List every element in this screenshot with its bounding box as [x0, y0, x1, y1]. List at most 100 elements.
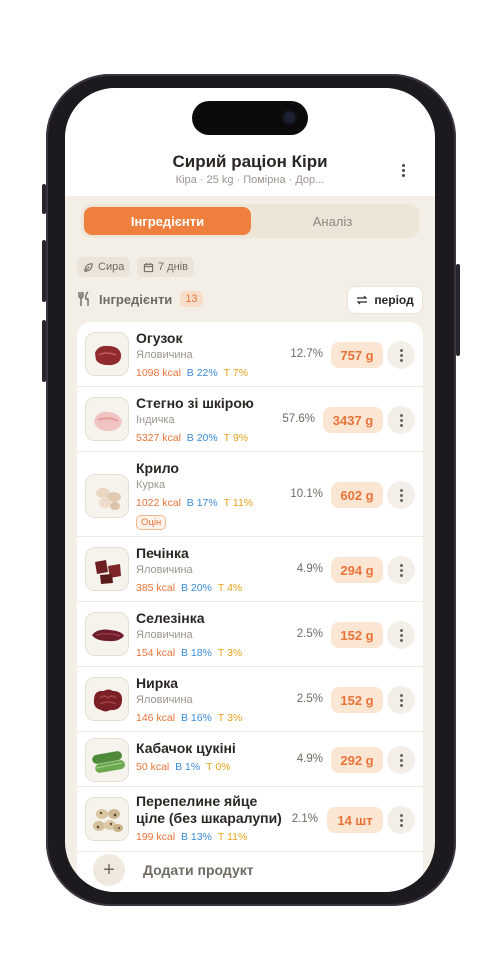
add-product-label: Додати продукт: [143, 862, 254, 878]
row-more-icon[interactable]: [387, 341, 415, 369]
product-image: [85, 797, 129, 841]
kcal-value: 1022 kcal: [136, 497, 181, 509]
list-item[interactable]: Огузок Яловичина 1098 kcal В 22% Т 7% 12…: [77, 322, 423, 387]
fat-value: Т 11%: [223, 497, 254, 509]
kcal-value: 146 kcal: [136, 712, 176, 724]
product-name: Селезінка: [136, 610, 205, 626]
percentage: 12.7%: [290, 348, 323, 360]
protein-value: В 20%: [180, 582, 212, 594]
tab-ingredients[interactable]: Інгредієнти: [84, 207, 251, 235]
product-category: Індичка: [136, 414, 175, 426]
chip-days-label: 7 днів: [158, 261, 188, 273]
product-name: Нирка: [136, 675, 179, 691]
product-macros: 1022 kcal В 17% Т 11%: [136, 497, 253, 509]
row-more-icon[interactable]: [387, 686, 415, 714]
row-more-icon[interactable]: [387, 556, 415, 584]
product-image: [85, 612, 129, 656]
ingredients-list: Огузок Яловичина 1098 kcal В 22% Т 7% 12…: [77, 322, 423, 892]
product-macros: 154 kcal В 18% Т 3%: [136, 647, 242, 659]
quantity-button[interactable]: 602 g: [331, 482, 383, 508]
product-macros: 146 kcal В 16% Т 3%: [136, 712, 242, 724]
quantity-button[interactable]: 14 шт: [327, 807, 383, 833]
protein-value: В 17%: [186, 497, 218, 509]
row-more-icon[interactable]: [387, 746, 415, 774]
percentage: 2.5%: [296, 628, 323, 640]
quantity-button[interactable]: 294 g: [331, 557, 383, 583]
product-name: Стегно зі шкірою: [136, 395, 254, 411]
product-image: [85, 738, 129, 782]
product-category: Яловичина: [136, 349, 193, 361]
tab-analysis[interactable]: Аналіз: [249, 207, 416, 235]
product-macros: 1098 kcal В 22% Т 7%: [136, 367, 248, 379]
quantity-button[interactable]: 3437 g: [323, 407, 383, 433]
chip-raw-label: Сира: [98, 261, 125, 273]
chip-raw[interactable]: Сира: [77, 257, 131, 277]
product-category: Яловичина: [136, 564, 193, 576]
quantity-button[interactable]: 152 g: [331, 687, 383, 713]
fat-value: Т 7%: [223, 367, 249, 379]
list-item[interactable]: Печінка Яловичина 385 kcal В 20% Т 4% 4.…: [77, 537, 423, 602]
product-name: Огузок: [136, 330, 183, 346]
product-image: [85, 332, 129, 376]
percentage: 4.9%: [296, 563, 323, 575]
percentage: 10.1%: [290, 488, 323, 500]
leaf-icon: [84, 262, 93, 272]
product-image: [85, 547, 129, 591]
camera-icon: [284, 112, 295, 123]
quantity-button[interactable]: 757 g: [331, 342, 383, 368]
quantity-button[interactable]: 292 g: [331, 747, 383, 773]
quantity-button[interactable]: 152 g: [331, 622, 383, 648]
product-macros: 385 kcal В 20% Т 4%: [136, 582, 242, 594]
list-item[interactable]: Перепелине яйце ціле (без шкаралупи) 199…: [77, 787, 423, 852]
fork-knife-icon: [78, 291, 89, 306]
fat-value: Т 3%: [217, 647, 243, 659]
percentage: 2.5%: [296, 693, 323, 705]
product-name: Перепелине яйце ціле (без шкаралупи): [136, 793, 282, 826]
product-macros: 50 kcal В 1% Т 0%: [136, 761, 231, 773]
percentage: 57.6%: [282, 413, 315, 425]
kcal-value: 199 kcal: [136, 831, 176, 843]
count-badge: 13: [180, 291, 203, 307]
chip-days[interactable]: 7 днів: [137, 257, 194, 277]
page-title: Сирий раціон Кіри: [172, 152, 328, 171]
row-more-icon[interactable]: [387, 406, 415, 434]
product-category: Яловичина: [136, 629, 193, 641]
protein-value: В 20%: [186, 432, 218, 444]
protein-value: В 18%: [180, 647, 212, 659]
period-button[interactable]: період: [347, 286, 423, 314]
ingredients-section-header: Інгредієнти 13: [77, 288, 203, 310]
product-image: [85, 677, 129, 721]
product-image: [85, 397, 129, 441]
list-item[interactable]: Крило Курка 1022 kcal В 17% Т 11% Оцін 1…: [77, 452, 423, 537]
product-macros: 5327 kcal В 20% Т 9%: [136, 432, 248, 444]
kcal-value: 5327 kcal: [136, 432, 181, 444]
list-item[interactable]: Нирка Яловичина 146 kcal В 16% Т 3% 2.5%…: [77, 667, 423, 732]
period-label: період: [374, 293, 414, 307]
dynamic-island: [192, 101, 308, 135]
top-bar: Сирий раціон Кіри Кіра · 25 kg · Помірна…: [65, 88, 435, 196]
row-more-icon[interactable]: [387, 806, 415, 834]
product-name: Печінка: [136, 545, 189, 561]
calendar-icon: [143, 262, 154, 272]
fat-value: Т 4%: [217, 582, 243, 594]
protein-value: В 13%: [180, 831, 212, 843]
kcal-value: 1098 kcal: [136, 367, 181, 379]
more-menu-icon[interactable]: [393, 158, 413, 182]
row-more-icon[interactable]: [387, 621, 415, 649]
swap-arrows-icon: [356, 295, 368, 305]
fat-value: Т 0%: [206, 761, 231, 773]
product-name: Кабачок цукіні: [136, 740, 236, 756]
list-item[interactable]: Стегно зі шкірою Індичка 5327 kcal В 20%…: [77, 387, 423, 452]
percentage: 4.9%: [296, 753, 323, 765]
kcal-value: 154 kcal: [136, 647, 176, 659]
add-product-button[interactable]: + Додати продукт: [77, 854, 423, 892]
section-title: Інгредієнти: [99, 291, 173, 307]
product-image: [85, 474, 129, 518]
protein-value: В 1%: [175, 761, 201, 773]
list-item[interactable]: Селезінка Яловичина 154 kcal В 18% Т 3% …: [77, 602, 423, 667]
kcal-value: 50 kcal: [136, 761, 170, 773]
row-more-icon[interactable]: [387, 481, 415, 509]
fat-value: Т 11%: [217, 831, 248, 843]
list-item[interactable]: Кабачок цукіні 50 kcal В 1% Т 0% 4.9% 29…: [77, 732, 423, 787]
product-category: Яловичина: [136, 694, 193, 706]
